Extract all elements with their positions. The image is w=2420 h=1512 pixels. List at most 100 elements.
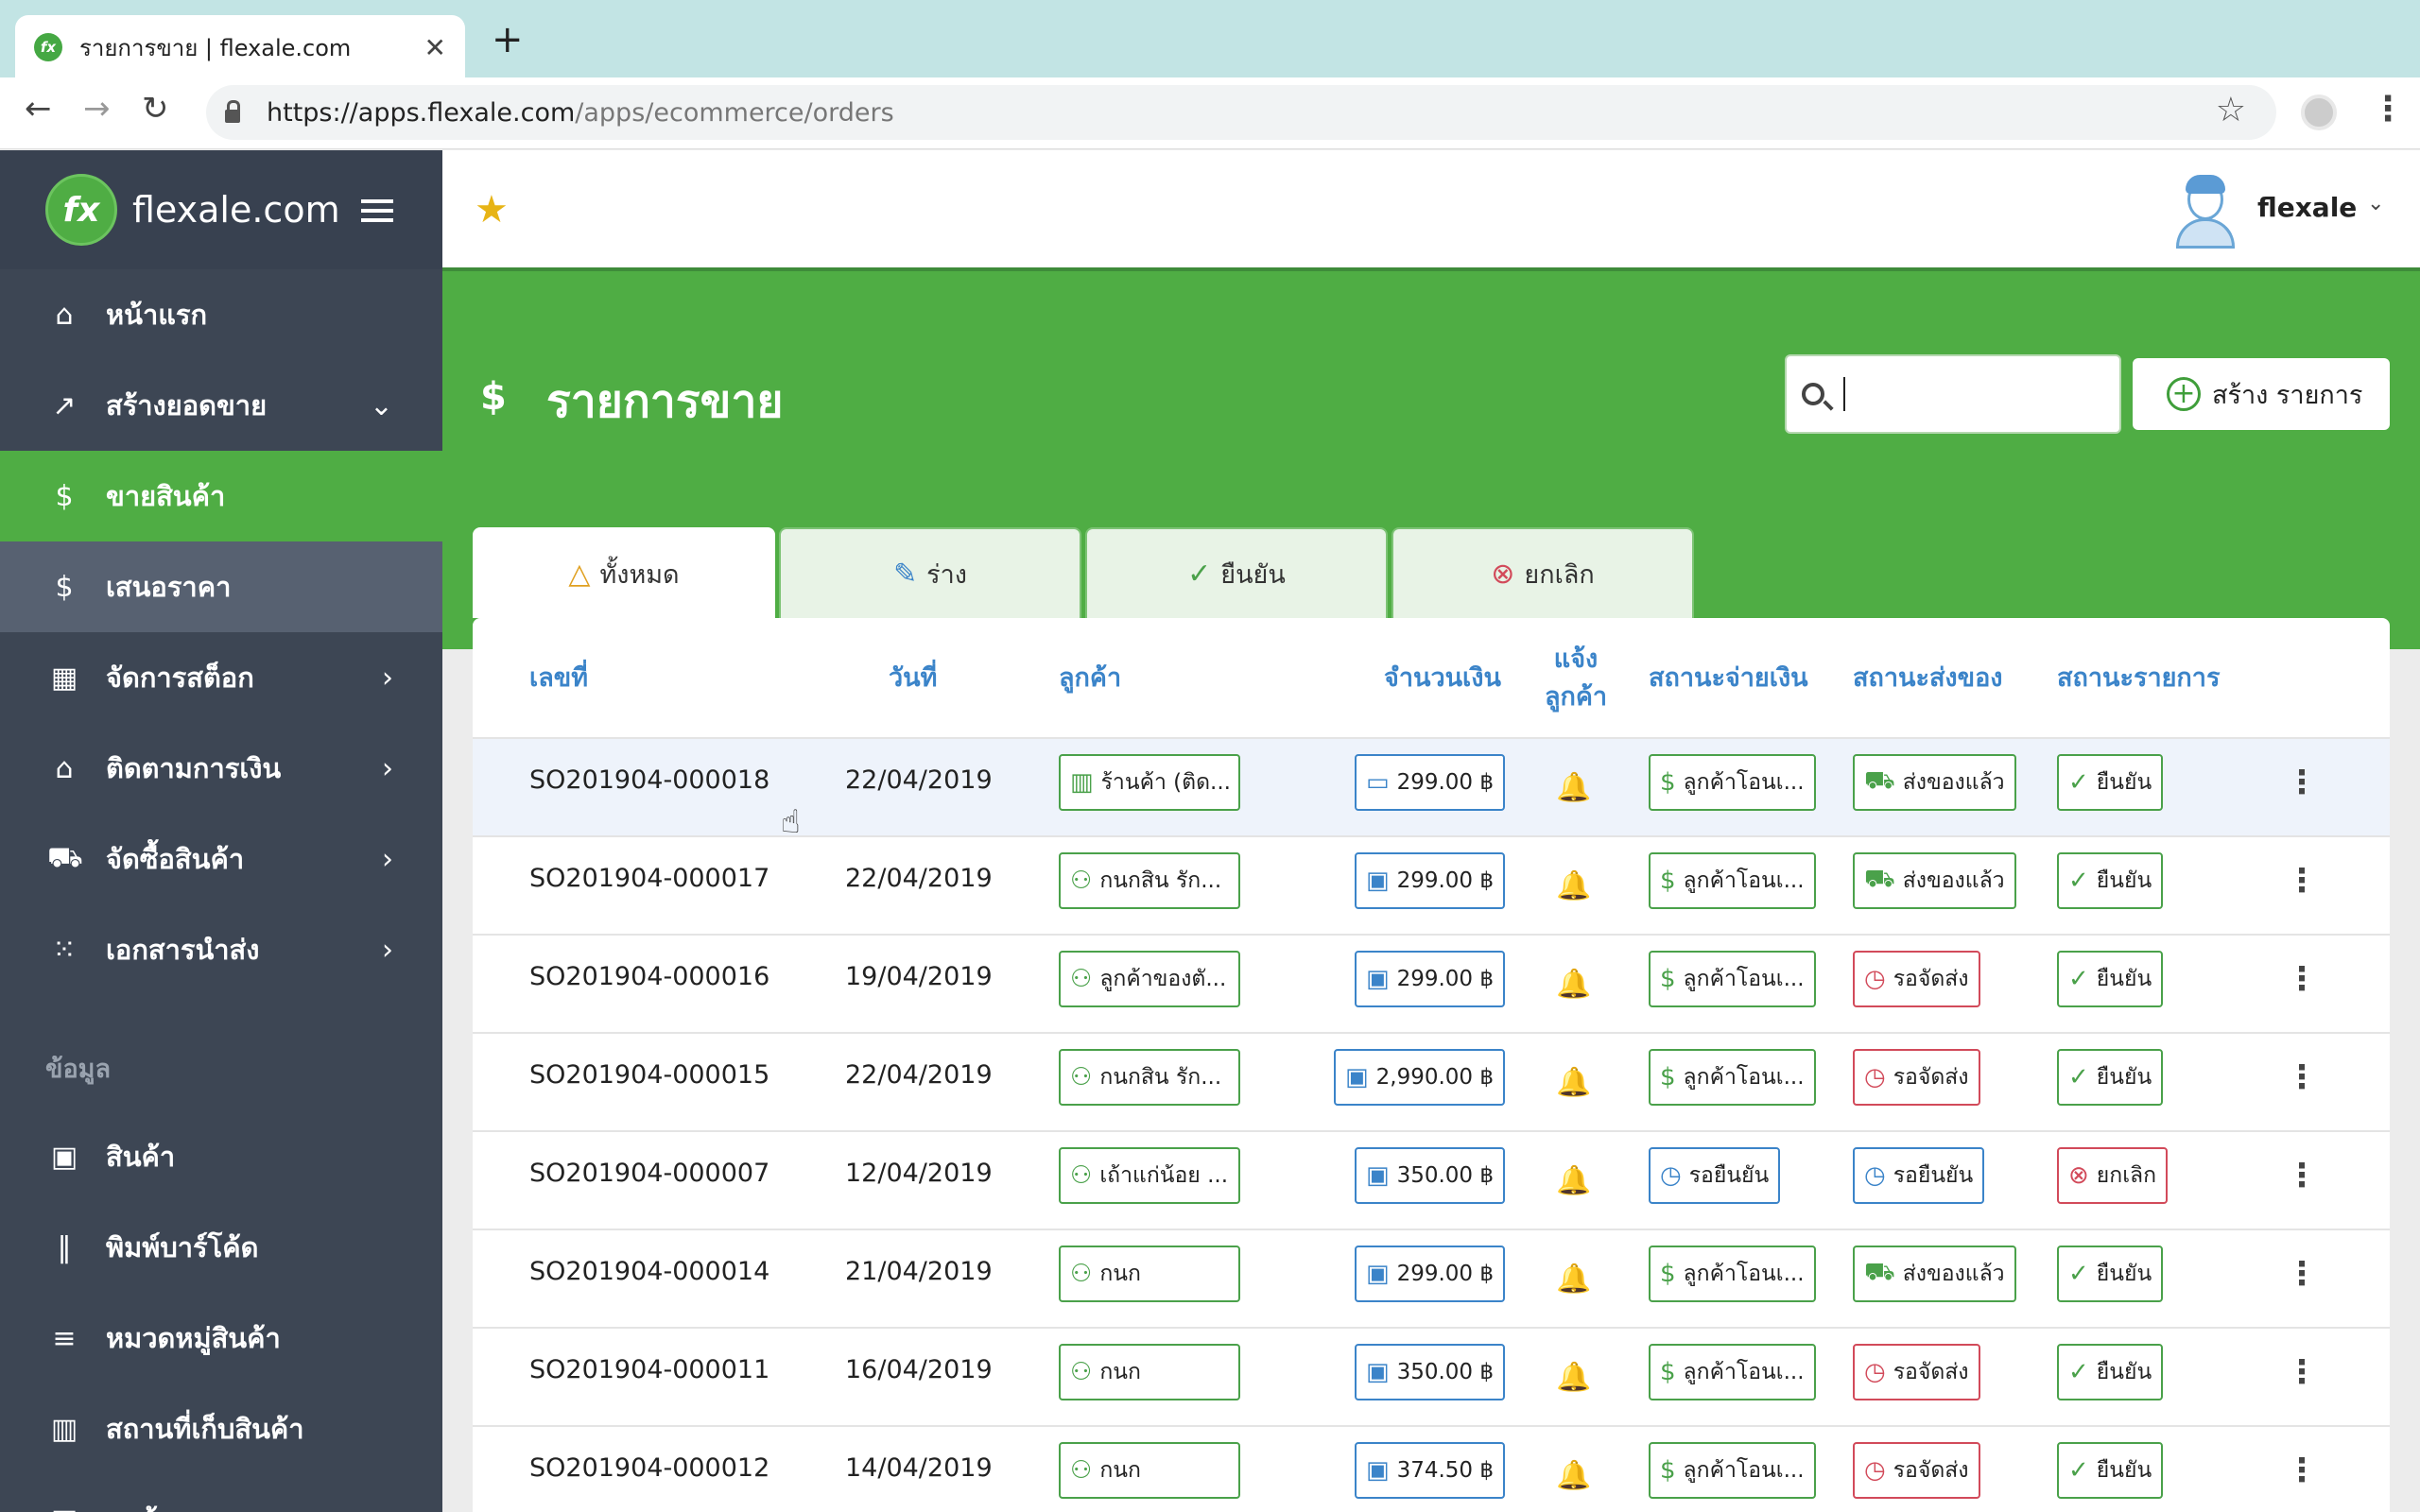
create-order-button[interactable]: + สร้าง รายการ <box>2133 358 2390 430</box>
table-row[interactable]: SO201904-000016 19/04/2019 ⚇ ลูกค้าของตั...… <box>473 936 2390 1034</box>
order-status-chip[interactable]: ✓ ยืนยัน <box>2057 1246 2164 1302</box>
amount-chip[interactable]: ▣ 299.00 ฿ <box>1355 951 1505 1007</box>
chevron-down-icon[interactable]: ⌄ <box>2367 192 2384 215</box>
search-input[interactable] <box>1785 354 2121 434</box>
customer-chip[interactable]: ⚇ กนก <box>1059 1246 1240 1302</box>
customer-chip[interactable]: ⚇ กนก <box>1059 1442 1240 1499</box>
order-status-chip[interactable]: ✓ ยืนยัน <box>2057 754 2164 811</box>
user-name[interactable]: flexale <box>2257 192 2357 223</box>
customer-chip[interactable]: ⚇ เถ้าแก่น้อย ... <box>1059 1147 1240 1204</box>
table-row[interactable]: SO201904-000014 21/04/2019 ⚇ กนก ▣ 299.00 ฿ 🔔 $… <box>473 1230 2390 1329</box>
forward-icon[interactable]: → <box>83 93 111 125</box>
order-number[interactable]: SO201904-000017 <box>529 864 769 893</box>
sidebar-item-1[interactable]: ↗ สร้างยอดขาย ⌄ <box>0 360 442 451</box>
sidebar-item-0[interactable]: ⌂ หน้าแรก <box>0 269 442 360</box>
col-notify[interactable]: แจ้ง ลูกค้า <box>1541 641 1611 716</box>
favorite-star-icon[interactable]: ★ <box>475 188 509 232</box>
shipping-status-chip[interactable]: ⛟ ส่งของแล้ว <box>1853 852 2016 909</box>
order-number[interactable]: SO201904-000018 <box>529 765 769 795</box>
col-shipping-status[interactable]: สถานะส่งของ <box>1853 660 2002 697</box>
amount-chip[interactable]: ▣ 350.00 ฿ <box>1355 1147 1505 1204</box>
browser-menu-icon[interactable]: ⋮ <box>2371 93 2405 127</box>
order-number[interactable]: SO201904-000011 <box>529 1355 769 1384</box>
bell-icon[interactable]: 🔔 <box>1556 1459 1591 1492</box>
customer-chip[interactable]: ⚇ กนกสิน รัก... <box>1059 1049 1240 1106</box>
row-menu-icon[interactable]: ⋮ <box>2286 960 2318 998</box>
shipping-status-chip[interactable]: ◷ รอจัดส่ง <box>1853 1442 1980 1499</box>
bookmark-star-icon[interactable]: ☆ <box>2216 91 2246 129</box>
row-menu-icon[interactable]: ⋮ <box>2286 764 2318 801</box>
bell-icon[interactable]: 🔔 <box>1556 1066 1591 1099</box>
sidebar-data-item-4[interactable]: ▣ ลูกค้า <box>0 1474 442 1512</box>
row-menu-icon[interactable]: ⋮ <box>2286 1353 2318 1391</box>
order-number[interactable]: SO201904-000014 <box>529 1257 769 1286</box>
col-date[interactable]: วันที่ <box>889 660 937 697</box>
payment-status-chip[interactable]: ◷ รอยืนยัน <box>1649 1147 1781 1204</box>
table-row[interactable]: SO201904-000012 14/04/2019 ⚇ กนก ▣ 374.50 ฿ 🔔 $… <box>473 1427 2390 1512</box>
customer-chip[interactable]: ⚇ ลูกค้าของตั... <box>1059 951 1240 1007</box>
sidebar-item-2[interactable]: $ ขายสินค้า <box>0 451 442 541</box>
shipping-status-chip[interactable]: ⛟ ส่งของแล้ว <box>1853 754 2016 811</box>
sidebar-item-3[interactable]: $ เสนอราคา <box>0 541 442 632</box>
col-payment-status[interactable]: สถานะจ่ายเงิน <box>1649 660 1808 697</box>
sidebar-data-item-2[interactable]: ≡ หมวดหมู่สินค้า <box>0 1293 442 1383</box>
order-status-chip[interactable]: ✓ ยืนยัน <box>2057 951 2164 1007</box>
sidebar-data-item-3[interactable]: ▥ สถานที่เก็บสินค้า <box>0 1383 442 1474</box>
table-row[interactable]: SO201904-000018 22/04/2019 ▥ ร้านค้า (ติด..… <box>473 739 2390 837</box>
table-row[interactable]: SO201904-000011 16/04/2019 ⚇ กนก ▣ 350.00 ฿ 🔔 $… <box>473 1329 2390 1427</box>
row-menu-icon[interactable]: ⋮ <box>2286 1157 2318 1194</box>
tab-1[interactable]: ✎ ร่าง <box>779 527 1081 618</box>
col-order-status[interactable]: สถานะรายการ <box>2057 660 2220 697</box>
order-number[interactable]: SO201904-000007 <box>529 1159 769 1188</box>
close-tab-icon[interactable]: ✕ <box>424 32 446 63</box>
customer-chip[interactable]: ⚇ กนก <box>1059 1344 1240 1400</box>
sidebar-item-5[interactable]: ⌂ ติดตามการเงิน › <box>0 723 442 814</box>
shipping-status-chip[interactable]: ◷ รอจัดส่ง <box>1853 1344 1980 1400</box>
tab-0[interactable]: △ ทั้งหมด <box>473 527 775 618</box>
new-tab-icon[interactable]: + <box>492 21 524 59</box>
row-menu-icon[interactable]: ⋮ <box>2286 862 2318 900</box>
back-icon[interactable]: ← <box>25 93 52 125</box>
amount-chip[interactable]: ▣ 350.00 ฿ <box>1355 1344 1505 1400</box>
table-row[interactable]: SO201904-000017 22/04/2019 ⚇ กนกสิน รัก... ▣… <box>473 837 2390 936</box>
order-status-chip[interactable]: ✓ ยืนยัน <box>2057 852 2164 909</box>
shipping-status-chip[interactable]: ◷ รอจัดส่ง <box>1853 951 1980 1007</box>
bell-icon[interactable]: 🔔 <box>1556 771 1591 804</box>
bell-icon[interactable]: 🔔 <box>1556 869 1591 902</box>
sidebar-item-6[interactable]: ⛟ จัดซื้อสินค้า › <box>0 814 442 904</box>
customer-chip[interactable]: ⚇ กนกสิน รัก... <box>1059 852 1240 909</box>
sidebar-item-7[interactable]: ⁙ เอกสารนำส่ง › <box>0 904 442 995</box>
table-row[interactable]: SO201904-000007 12/04/2019 ⚇ เถ้าแก่น้อย ..… <box>473 1132 2390 1230</box>
sidebar-item-4[interactable]: ▦ จัดการสต็อก › <box>0 632 442 723</box>
shipping-status-chip[interactable]: ◷ รอจัดส่ง <box>1853 1049 1980 1106</box>
order-status-chip[interactable]: ✓ ยืนยัน <box>2057 1442 2164 1499</box>
order-status-chip[interactable]: ✓ ยืนยัน <box>2057 1049 2164 1106</box>
payment-status-chip[interactable]: $ ลูกค้าโอนเ... <box>1649 852 1816 909</box>
amount-chip[interactable]: ▣ 374.50 ฿ <box>1355 1442 1505 1499</box>
amount-chip[interactable]: ▣ 2,990.00 ฿ <box>1334 1049 1505 1106</box>
bell-icon[interactable]: 🔔 <box>1556 1263 1591 1296</box>
row-menu-icon[interactable]: ⋮ <box>2286 1255 2318 1293</box>
sidebar-data-item-1[interactable]: ‖ พิมพ์บาร์โค้ด <box>0 1202 442 1293</box>
sidebar-data-item-0[interactable]: ▣ สินค้า <box>0 1111 442 1202</box>
hamburger-menu-icon[interactable] <box>361 199 393 222</box>
shipping-status-chip[interactable]: ⛟ ส่งของแล้ว <box>1853 1246 2016 1302</box>
payment-status-chip[interactable]: $ ลูกค้าโอนเ... <box>1649 1246 1816 1302</box>
shipping-status-chip[interactable]: ◷ รอยืนยัน <box>1853 1147 1985 1204</box>
payment-status-chip[interactable]: $ ลูกค้าโอนเ... <box>1649 1049 1816 1106</box>
reload-icon[interactable]: ↻ <box>142 93 169 125</box>
customer-chip[interactable]: ▥ ร้านค้า (ติด... <box>1059 754 1240 811</box>
order-number[interactable]: SO201904-000012 <box>529 1453 769 1483</box>
table-row[interactable]: SO201904-000015 22/04/2019 ⚇ กนกสิน รัก... ▣… <box>473 1034 2390 1132</box>
col-amount[interactable]: จำนวนเงิน <box>1384 660 1501 697</box>
row-menu-icon[interactable]: ⋮ <box>2286 1452 2318 1489</box>
bell-icon[interactable]: 🔔 <box>1556 1164 1591 1197</box>
order-status-chip[interactable]: ✓ ยืนยัน <box>2057 1344 2164 1400</box>
bell-icon[interactable]: 🔔 <box>1556 968 1591 1001</box>
payment-status-chip[interactable]: $ ลูกค้าโอนเ... <box>1649 1442 1816 1499</box>
row-menu-icon[interactable]: ⋮ <box>2286 1058 2318 1096</box>
tab-2[interactable]: ✓ ยืนยัน <box>1085 527 1388 618</box>
amount-chip[interactable]: ▣ 299.00 ฿ <box>1355 852 1505 909</box>
order-status-chip[interactable]: ⊗ ยกเลิก <box>2057 1147 2169 1204</box>
tab-3[interactable]: ⊗ ยกเลิก <box>1392 527 1694 618</box>
